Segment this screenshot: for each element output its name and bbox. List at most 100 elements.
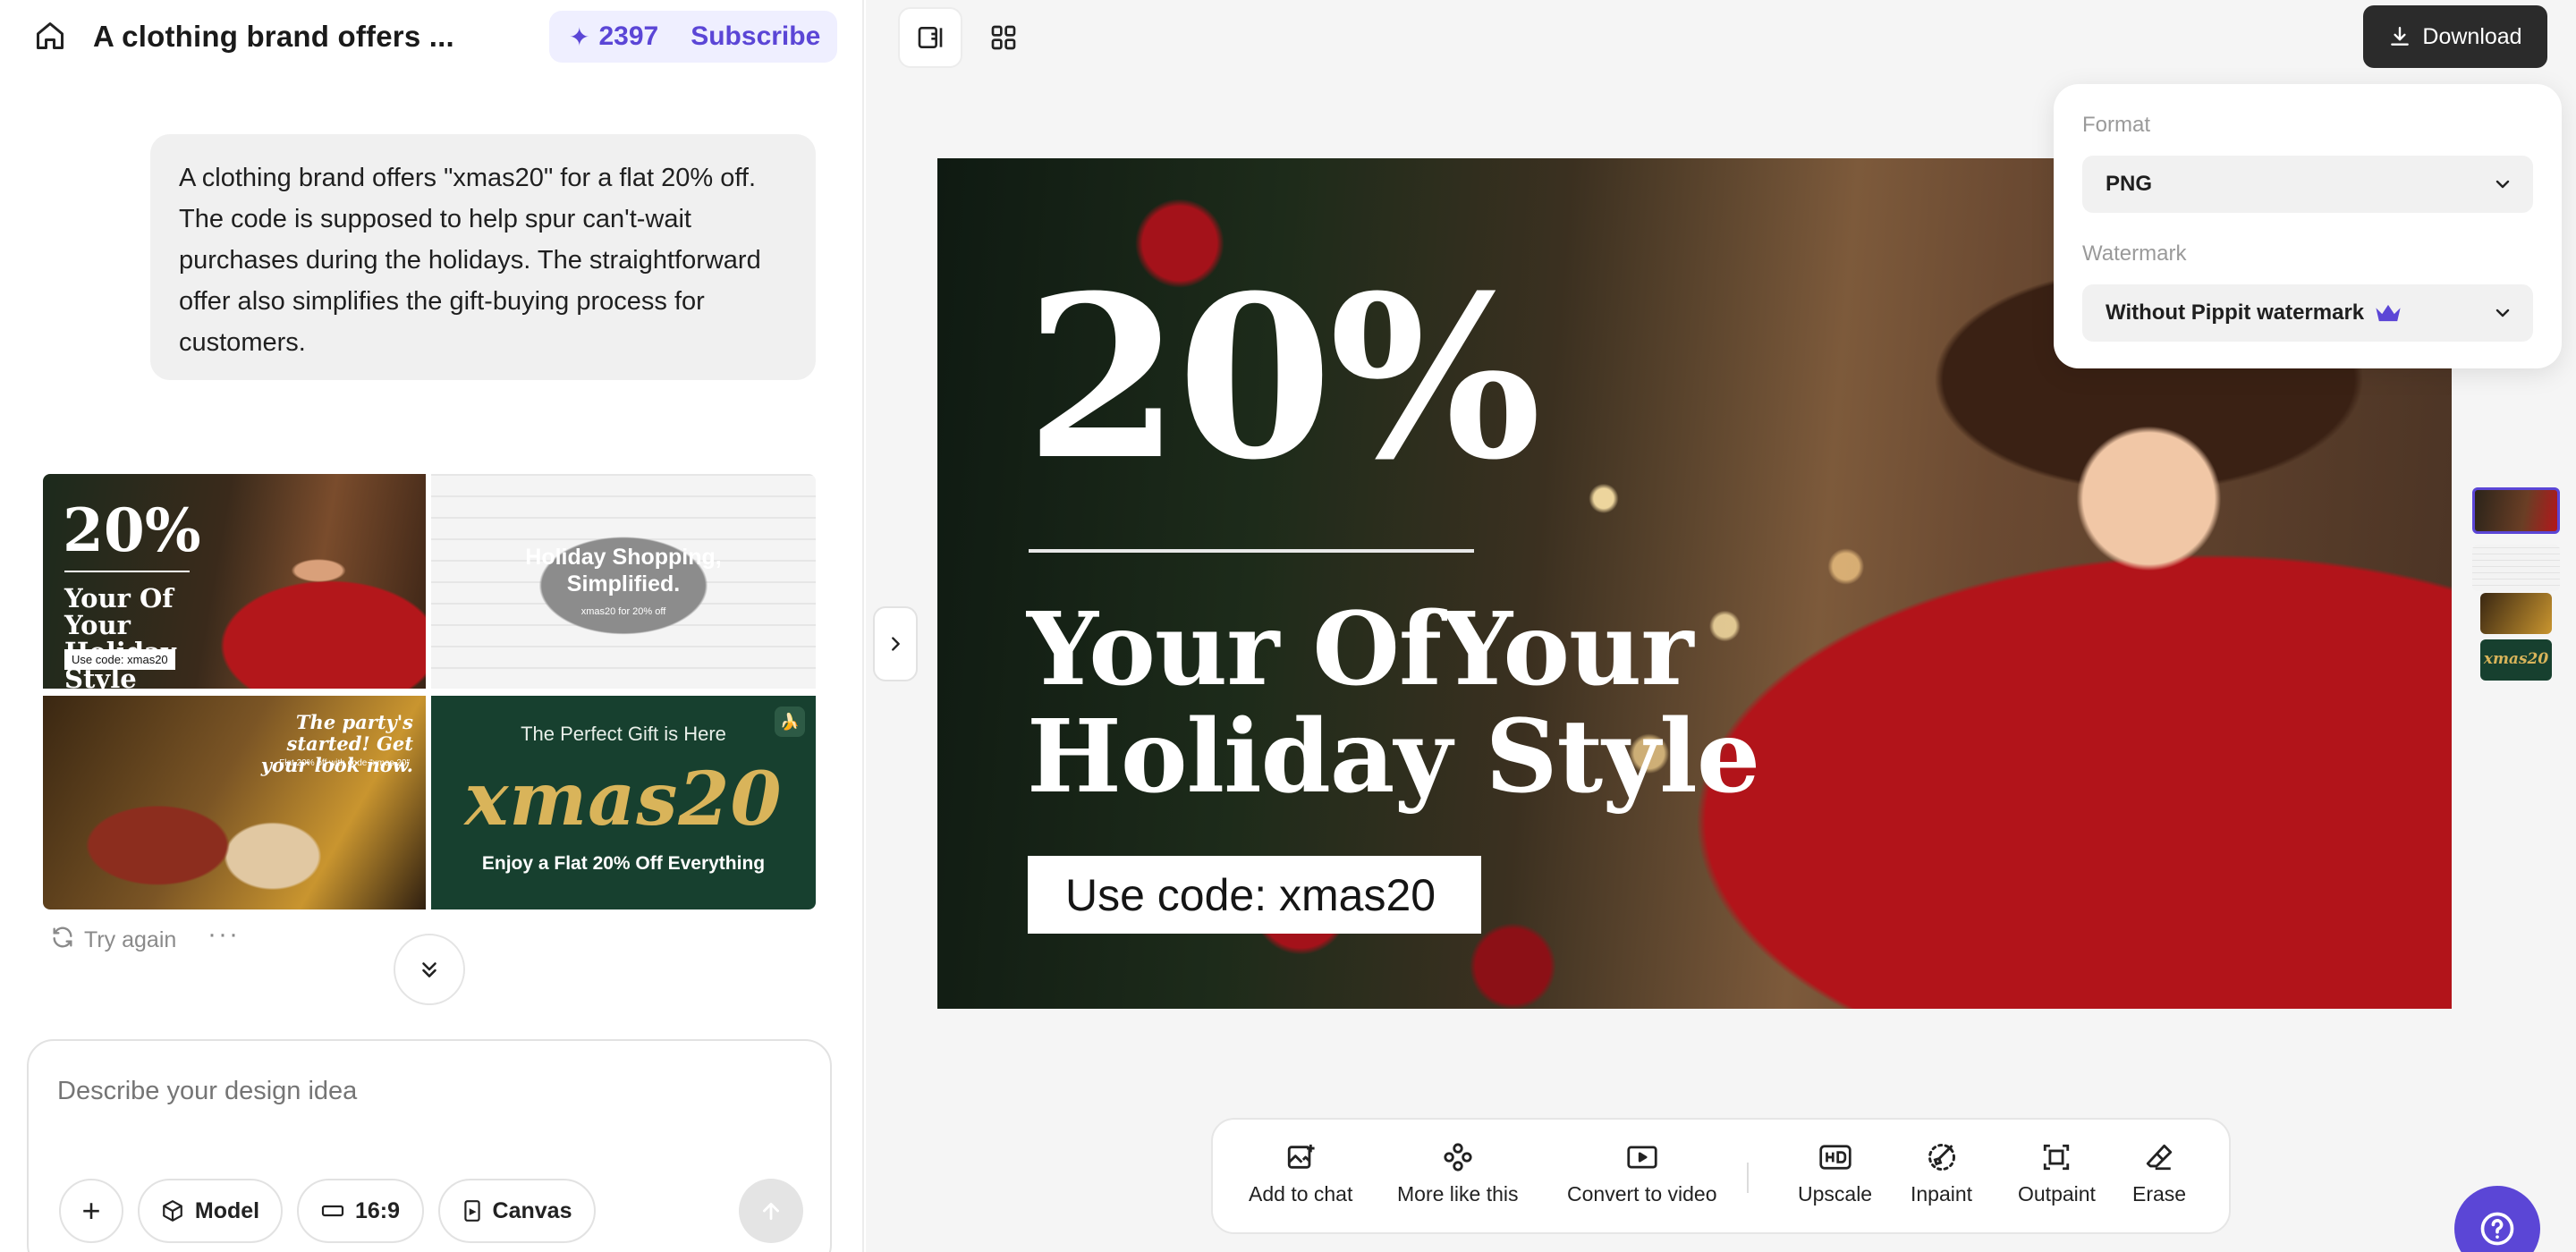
add-button[interactable]: + bbox=[59, 1179, 123, 1243]
crown-icon bbox=[2373, 301, 2403, 325]
upscale-label: Upscale bbox=[1798, 1182, 1873, 1205]
plus-icon: + bbox=[81, 1192, 101, 1229]
sparkles-icon bbox=[1443, 1139, 1473, 1175]
watermark-select[interactable]: Without Pippit watermark bbox=[2082, 284, 2533, 342]
design-idea-input[interactable] bbox=[57, 1077, 791, 1106]
arrow-up-icon bbox=[763, 1203, 779, 1221]
aspect-ratio-label: 16:9 bbox=[354, 1197, 401, 1223]
eraser-icon bbox=[2144, 1139, 2174, 1175]
result-1-code: Use code: xmas20 bbox=[64, 649, 175, 670]
model-label: Model bbox=[194, 1197, 260, 1223]
toolbar-divider bbox=[1747, 1163, 1749, 1193]
result-image-1[interactable]: 20% Your Of Your Holiday Style Use code:… bbox=[43, 474, 426, 689]
rail-thumb-4[interactable]: xmas20 bbox=[2480, 639, 2552, 681]
help-button[interactable] bbox=[2454, 1186, 2540, 1252]
aspect-ratio-icon bbox=[321, 1202, 344, 1220]
chevron-down-icon bbox=[2492, 173, 2513, 195]
convert-to-video-button[interactable]: Convert to video bbox=[1567, 1139, 1716, 1206]
format-label: Format bbox=[2082, 113, 2151, 137]
try-again-button[interactable]: Try again bbox=[50, 925, 176, 956]
chat-panel: A clothing brand offers ... ✦ 2397 Subsc… bbox=[0, 0, 864, 1252]
canvas-label: Canvas bbox=[492, 1197, 572, 1223]
chevron-right-icon bbox=[892, 637, 900, 651]
composer: + Model 16:9 Canvas bbox=[27, 1039, 832, 1252]
rail-thumb-2[interactable] bbox=[2472, 545, 2560, 591]
result-1-headline: Your Of Your Holiday Style bbox=[64, 583, 176, 689]
result-4-big: xmas20 bbox=[464, 757, 783, 842]
result-1-rule bbox=[64, 571, 190, 572]
add-to-chat-label: Add to chat bbox=[1249, 1182, 1353, 1205]
download-popover: Format PNG Watermark Without Pippit wate… bbox=[2054, 84, 2562, 368]
model-button[interactable]: Model bbox=[138, 1179, 283, 1243]
double-chevron-down-icon bbox=[422, 962, 436, 977]
inpaint-button[interactable]: Inpaint bbox=[1911, 1139, 1972, 1206]
convert-to-video-label: Convert to video bbox=[1567, 1182, 1717, 1205]
expand-icon bbox=[2041, 1139, 2072, 1175]
image-toolbar: Add to chat More like this Convert to vi… bbox=[1211, 1118, 2231, 1234]
add-to-chat-button[interactable]: Add to chat bbox=[1249, 1139, 1352, 1206]
outpaint-label: Outpaint bbox=[2018, 1182, 2096, 1205]
canvas-big-text: 20% bbox=[1025, 246, 1541, 509]
result-image-2[interactable]: Holiday Shopping, Simplified. xmas20 for… bbox=[431, 474, 816, 689]
download-label: Download bbox=[2422, 23, 2522, 49]
result-3-sub: Flat 20% off with code "xmas 20" bbox=[279, 758, 410, 768]
more-like-this-button[interactable]: More like this bbox=[1397, 1139, 1518, 1206]
canvas-rule bbox=[1029, 549, 1474, 553]
canvas-headline-line-2: Holiday Style bbox=[1027, 698, 1760, 816]
grid-icon bbox=[991, 25, 1016, 50]
result-4-top: The Perfect Gift is Here bbox=[521, 723, 726, 745]
expand-panel-button[interactable] bbox=[873, 606, 918, 681]
sidebar-icon bbox=[918, 27, 943, 48]
grid-view-button[interactable] bbox=[971, 7, 1036, 68]
hd-icon bbox=[1818, 1139, 1852, 1175]
more-options-icon[interactable]: ··· bbox=[208, 919, 240, 950]
page-title: A clothing brand offers ... bbox=[93, 20, 454, 53]
download-button[interactable]: Download bbox=[2363, 5, 2547, 68]
format-value: PNG bbox=[2106, 172, 2153, 196]
rail-thumb-4-label: xmas20 bbox=[2483, 650, 2549, 668]
canvas-headline: Your OfYour Holiday Style bbox=[1027, 596, 1760, 816]
credits-pill[interactable]: ✦ 2397 Subscribe bbox=[549, 11, 837, 63]
erase-button[interactable]: Erase bbox=[2132, 1139, 2186, 1206]
upscale-button[interactable]: Upscale bbox=[1798, 1139, 1872, 1206]
video-icon bbox=[1626, 1139, 1658, 1175]
download-icon bbox=[2388, 25, 2411, 48]
chat-header: A clothing brand offers ... ✦ 2397 Subsc… bbox=[0, 0, 864, 75]
refresh-icon bbox=[50, 925, 75, 956]
canvas-button[interactable]: Canvas bbox=[438, 1179, 596, 1243]
scroll-down-button[interactable] bbox=[394, 934, 465, 1005]
user-message: A clothing brand offers "xmas20" for a f… bbox=[150, 134, 816, 380]
canvas-icon bbox=[462, 1199, 482, 1222]
more-like-this-label: More like this bbox=[1397, 1182, 1519, 1205]
result-image-4[interactable]: The Perfect Gift is Here xmas20 Enjoy a … bbox=[431, 696, 816, 909]
cube-icon bbox=[161, 1199, 184, 1222]
result-4-bottom: Enjoy a Flat 20% Off Everything bbox=[481, 853, 766, 874]
sparkle-icon: ✦ bbox=[569, 22, 590, 51]
send-button[interactable] bbox=[739, 1179, 803, 1243]
rail-thumb-3[interactable] bbox=[2480, 593, 2552, 634]
brush-icon bbox=[1926, 1139, 1958, 1175]
canvas-code-box: Use code: xmas20 bbox=[1028, 856, 1481, 934]
home-icon bbox=[37, 22, 64, 49]
rail-thumb-1[interactable] bbox=[2472, 487, 2560, 534]
watermark-label: Watermark bbox=[2082, 241, 2187, 266]
add-image-icon bbox=[1285, 1139, 1316, 1175]
outpaint-button[interactable]: Outpaint bbox=[2018, 1139, 2096, 1206]
aspect-ratio-button[interactable]: 16:9 bbox=[297, 1179, 424, 1243]
credits-count: 2397 bbox=[598, 21, 659, 51]
result-grid: 20% Your Of Your Holiday Style Use code:… bbox=[43, 474, 816, 909]
format-select[interactable]: PNG bbox=[2082, 156, 2533, 213]
sidebar-toggle-button[interactable] bbox=[898, 7, 962, 68]
question-icon bbox=[2480, 1212, 2514, 1246]
home-button[interactable] bbox=[32, 18, 68, 54]
try-again-label: Try again bbox=[84, 927, 177, 952]
watermark-value: Without Pippit watermark bbox=[2106, 300, 2365, 325]
erase-label: Erase bbox=[2132, 1182, 2187, 1205]
result-2-sub: xmas20 for 20% off bbox=[580, 606, 666, 617]
result-1-big-text: 20% bbox=[63, 495, 201, 565]
inpaint-label: Inpaint bbox=[1911, 1182, 1973, 1205]
banana-icon: 🍌 bbox=[775, 706, 805, 737]
result-image-3[interactable]: The party's started! Get your look now. … bbox=[43, 696, 426, 909]
result-2-headline: Holiday Shopping, Simplified. bbox=[525, 545, 722, 596]
subscribe-link[interactable]: Subscribe bbox=[691, 21, 820, 52]
